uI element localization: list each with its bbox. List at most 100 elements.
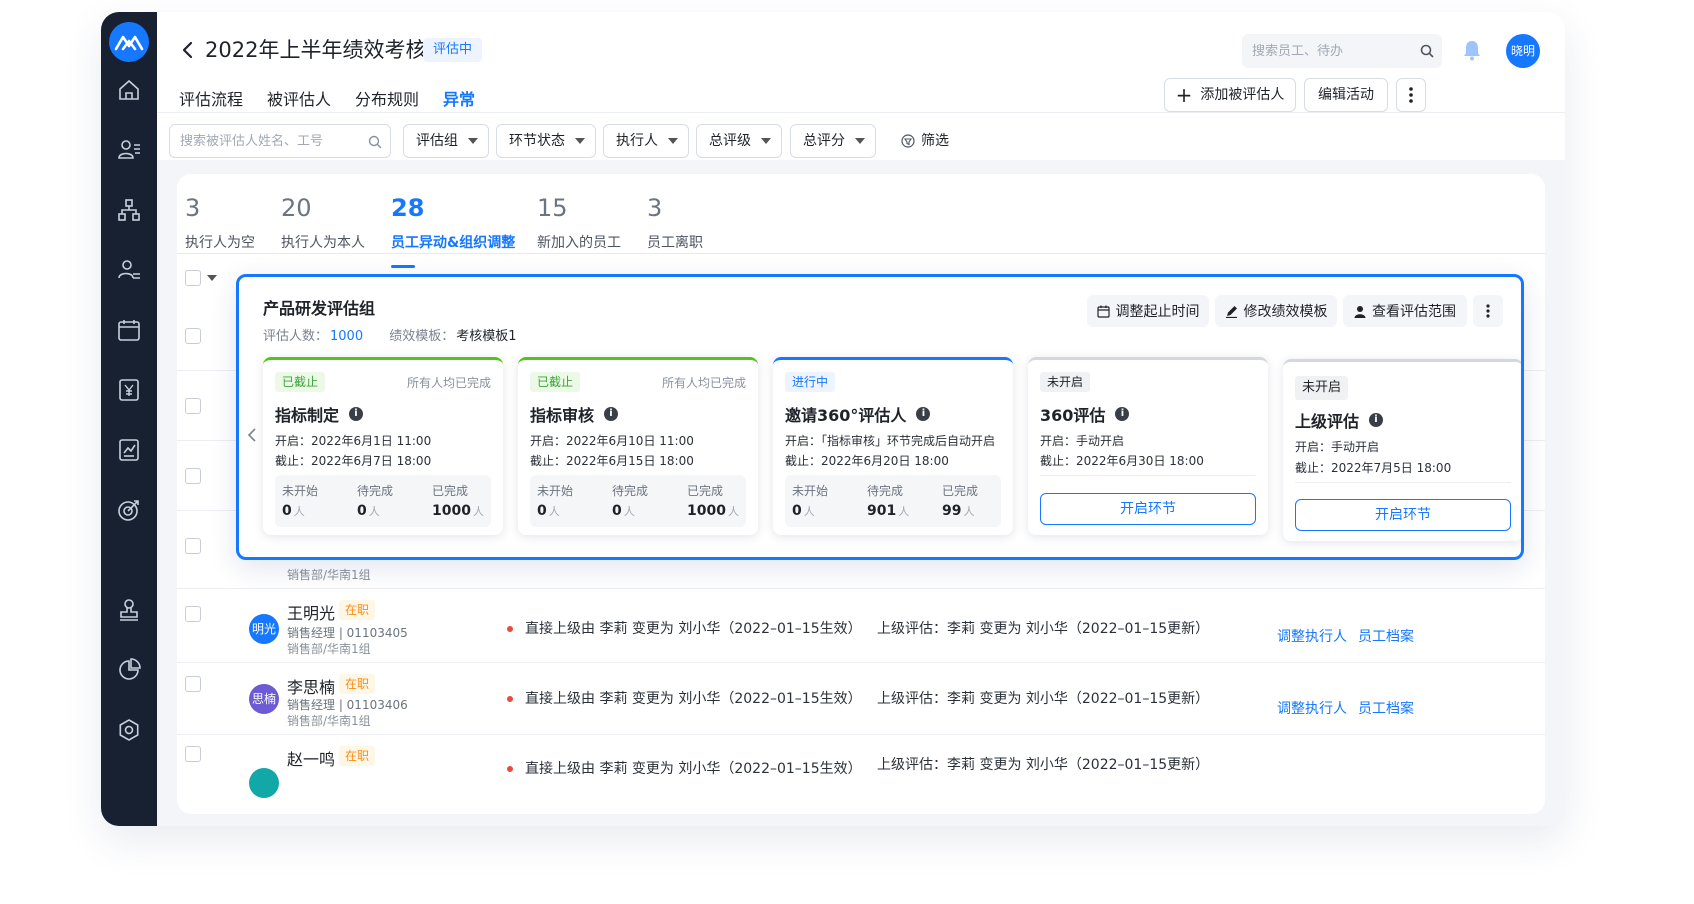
org-chart-icon[interactable] (115, 196, 143, 224)
row-checkbox[interactable] (185, 538, 201, 554)
settings-icon[interactable] (115, 716, 143, 744)
stage-name: 邀请360°评估人 i (785, 402, 931, 426)
row-checkbox[interactable] (185, 606, 201, 622)
divider (177, 662, 1545, 663)
avatar: 思楠 (249, 684, 279, 714)
info-icon[interactable]: i (349, 407, 364, 421)
filter-stage-status-dropdown[interactable]: 环节状态 (496, 124, 596, 158)
search-icon[interactable] (368, 134, 382, 153)
employee-profile-link[interactable]: 员工档案 (1358, 698, 1414, 718)
employee-profile-link[interactable]: 员工档案 (1358, 626, 1414, 646)
count-number: 0 (357, 503, 367, 519)
count-unit: 人 (368, 505, 380, 518)
stage-card-invite-360[interactable]: 进行中 邀请360°评估人 i 开启：「指标审核」环节完成后自动开启 截止：202… (773, 357, 1013, 535)
count-number: 901 (867, 503, 897, 519)
stage-end: 截止：2022年6月7日 18:00 (275, 454, 432, 468)
add-evaluatee-button[interactable]: + 添加被评估人 (1164, 78, 1296, 112)
global-search[interactable] (1242, 34, 1442, 68)
divider (177, 588, 1545, 589)
evaluatee-search[interactable] (169, 124, 391, 158)
employee-name[interactable]: 王明光 (287, 600, 335, 624)
home-icon[interactable] (115, 76, 143, 104)
advanced-filter-label: 筛选 (921, 133, 949, 149)
view-scope-label: 查看评估范围 (1372, 304, 1456, 320)
row-checkbox[interactable] (185, 468, 201, 484)
stage-card-360-evaluation[interactable]: 未开启 360评估 i 开启：手动开启 截止：2022年6月30日 18:00 开… (1028, 357, 1268, 535)
stage-name: 指标审核 i (530, 402, 619, 426)
count-label: 未开始 (792, 484, 829, 498)
view-scope-button[interactable]: 查看评估范围 (1343, 295, 1467, 327)
employee-name[interactable]: 赵一鸣 (287, 746, 335, 770)
alert-dot-icon (507, 696, 513, 702)
stat-self-executor[interactable]: 20 执行人为本人 (281, 192, 365, 256)
salary-icon[interactable] (115, 376, 143, 404)
row-checkbox[interactable] (185, 328, 201, 344)
stage-start: 开启：2022年6月1日 11:00 (275, 434, 432, 448)
filter-stage-status-label: 环节状态 (509, 133, 565, 149)
user-list-icon[interactable] (115, 136, 143, 164)
stage-note: 所有人均已完成 (406, 376, 491, 390)
stage-card-indicator-setting[interactable]: 已截止 所有人均已完成 指标制定 i 开启：2022年6月1日 11:00 截止：… (263, 357, 503, 535)
employee-name[interactable]: 李思楠 (287, 674, 335, 698)
target-icon[interactable] (115, 496, 143, 524)
stat-value: 3 (185, 194, 201, 222)
stat-no-executor[interactable]: 3 执行人为空 (185, 192, 255, 256)
evaluatee-count-value[interactable]: 1000 (330, 329, 363, 344)
group-name: 产品研发评估组 (263, 299, 376, 318)
advanced-filter-button[interactable]: 筛选 (901, 124, 949, 158)
evaluatee-count-label: 评估人数： (263, 329, 329, 344)
select-all-checkbox[interactable] (185, 270, 201, 286)
stage-end: 截止：2022年6月30日 18:00 (1040, 454, 1204, 468)
pie-chart-icon[interactable] (115, 656, 143, 684)
caret-down-icon[interactable] (207, 275, 217, 281)
global-search-input[interactable] (1242, 34, 1412, 68)
stage-start: 开启：2022年6月10日 11:00 (530, 434, 694, 448)
row-checkbox[interactable] (185, 398, 201, 414)
info-icon[interactable]: i (1115, 407, 1130, 421)
search-icon[interactable] (1420, 43, 1434, 62)
row-checkbox[interactable] (185, 676, 201, 692)
open-stage-button[interactable]: 开启环节 (1040, 493, 1256, 525)
edit-template-button[interactable]: 修改绩效模板 (1215, 295, 1337, 327)
notification-bell-icon[interactable] (1461, 38, 1483, 66)
more-options-icon[interactable] (1396, 78, 1426, 112)
count-unit: 人 (963, 505, 975, 518)
stage-name-text: 上级评估 (1295, 412, 1360, 431)
filter-total-score-dropdown[interactable]: 总评分 (790, 124, 876, 158)
count-unit: 人 (803, 505, 815, 518)
chevron-left-icon[interactable] (247, 427, 257, 447)
row-checkbox[interactable] (185, 746, 201, 762)
edit-activity-button[interactable]: 编辑活动 (1304, 78, 1388, 112)
user-avatar[interactable]: 晓明 (1506, 34, 1540, 68)
org-change-value: 直接上级由 李莉 变更为 刘小华（2022–01–15生效） (525, 621, 862, 637)
calendar-icon[interactable] (115, 316, 143, 344)
page-title: 2022年上半年绩效考核 (205, 38, 427, 62)
filter-total-grade-dropdown[interactable]: 总评级 (696, 124, 782, 158)
stage-card-superior-evaluation[interactable]: 未开启 上级评估 i 开启：手动开启 截止：2022年7月5日 18:00 开启环… (1283, 359, 1521, 541)
stage-card-indicator-review[interactable]: 已截止 所有人均已完成 指标审核 i 开启：2022年6月10日 11:00 截止… (518, 357, 758, 535)
org-change-value: 直接上级由 李莉 变更为 刘小华（2022–01–15生效） (525, 691, 862, 707)
filter-executor-dropdown[interactable]: 执行人 (603, 124, 689, 158)
open-stage-button[interactable]: 开启环节 (1295, 499, 1511, 531)
count-label: 待完成 (867, 484, 904, 498)
info-icon[interactable]: i (916, 407, 931, 421)
stat-resigned[interactable]: 3 员工离职 (647, 192, 703, 256)
adjust-executor-link[interactable]: 调整执行人 (1277, 698, 1347, 718)
back-chevron-icon[interactable] (177, 32, 197, 68)
filter-group-dropdown[interactable]: 评估组 (403, 124, 489, 158)
report-chart-icon[interactable] (115, 436, 143, 464)
evaluatee-search-input[interactable] (170, 125, 360, 157)
stamp-icon[interactable] (115, 596, 143, 624)
user-edit-icon[interactable] (115, 256, 143, 284)
count-number: 0 (537, 503, 547, 519)
adjust-time-button[interactable]: 调整起止时间 (1087, 295, 1209, 327)
info-icon[interactable]: i (604, 407, 619, 421)
more-options-icon[interactable] (1473, 295, 1503, 327)
info-icon[interactable]: i (1369, 413, 1384, 427)
caret-down-icon (668, 138, 678, 144)
adjust-executor-link[interactable]: 调整执行人 (1277, 626, 1347, 646)
stat-new-employee[interactable]: 15 新加入的员工 (537, 192, 621, 256)
app-logo-icon[interactable] (109, 22, 149, 62)
employee-dept: 销售部/华南1组 (287, 568, 371, 582)
stat-org-change[interactable]: 28 员工异动&组织调整 (391, 192, 515, 268)
